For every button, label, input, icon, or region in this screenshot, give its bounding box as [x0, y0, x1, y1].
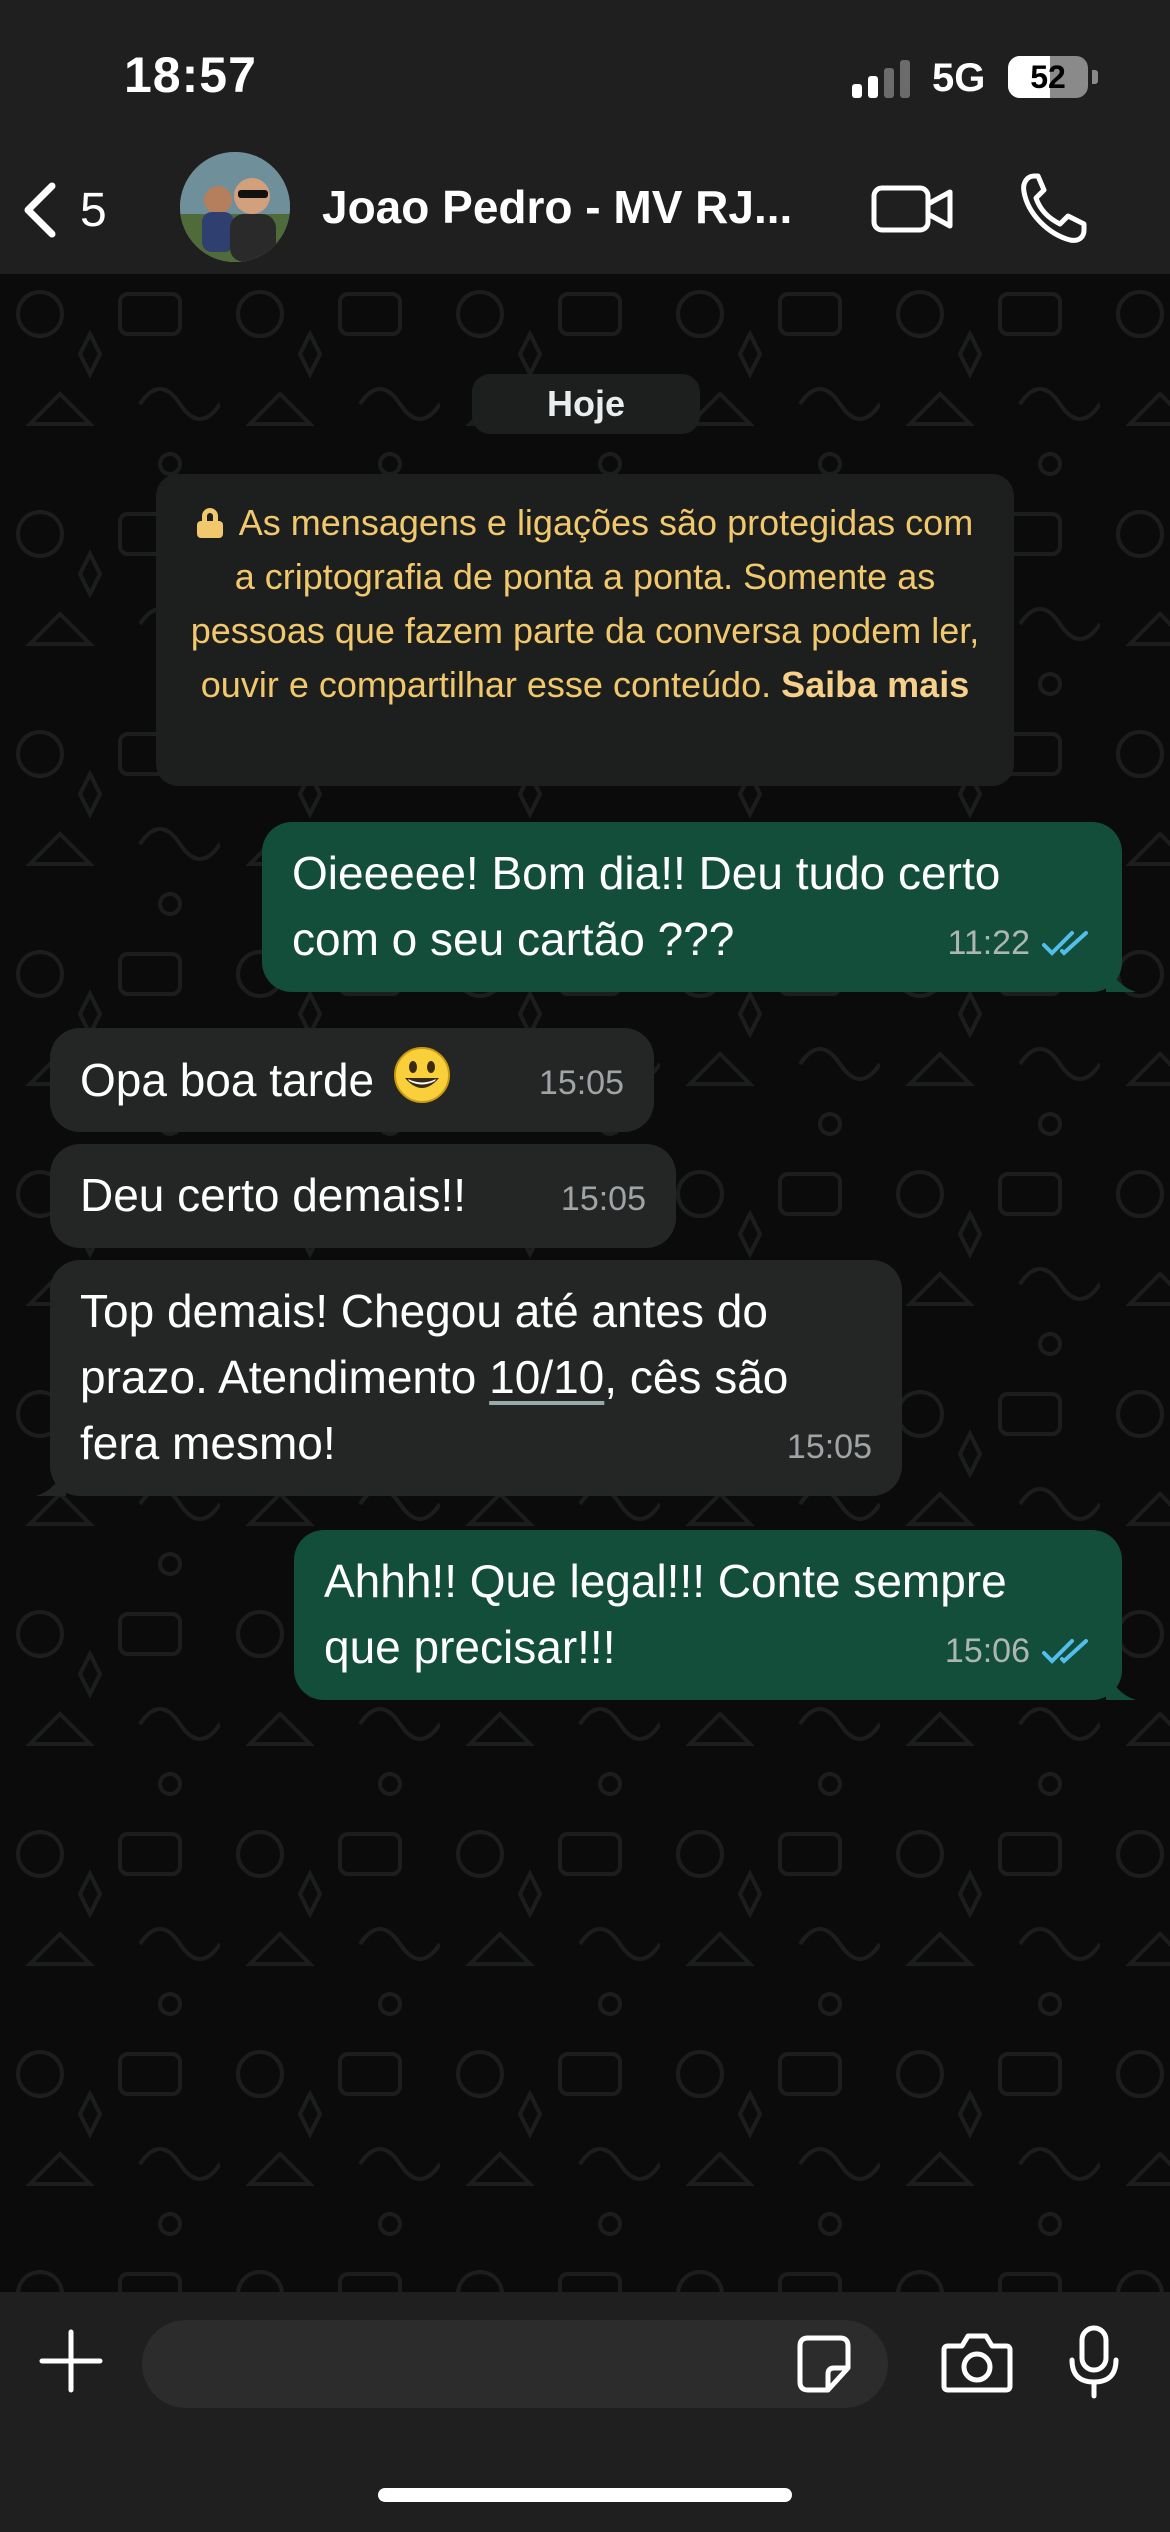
battery-tip [1092, 70, 1098, 84]
double-check-icon [1042, 1639, 1088, 1664]
unread-count: 5 [80, 183, 107, 237]
message-time: 11:22 [947, 910, 1092, 976]
message-text: Opa boa tarde [80, 1054, 375, 1106]
message-time: 15:05 [787, 1414, 872, 1480]
message-incoming[interactable]: Top demais! Chegou até antes do prazo. A… [36, 1260, 902, 1496]
bubble-tail [1106, 1670, 1136, 1700]
message-text: Oieeeee! Bom dia!! Deu tudo certo com o … [292, 847, 1001, 965]
message-time: 15:05 [561, 1166, 646, 1232]
avatar[interactable] [180, 152, 290, 262]
plus-icon[interactable] [38, 2328, 104, 2394]
message-incoming[interactable]: Opa boa tarde 15:05 [50, 1028, 654, 1132]
status-bar: 18:57 5G 52 [0, 0, 1170, 150]
message-time: 15:05 [539, 1050, 624, 1116]
voice-call-button[interactable] [1018, 170, 1088, 246]
message-timestamp: 15:06 [944, 1632, 1030, 1670]
status-time: 18:57 [124, 47, 257, 103]
chat-header: 5 Joao Pedro - MV RJ... [0, 150, 1170, 274]
date-separator: Hoje [472, 374, 700, 434]
microphone-icon[interactable] [1066, 2324, 1122, 2400]
smiley-emoji-icon [393, 1047, 450, 1103]
message-outgoing[interactable]: Oieeeee! Bom dia!! Deu tudo certo com o … [262, 822, 1136, 992]
chevron-left-icon [24, 182, 56, 238]
home-indicator [378, 2488, 792, 2502]
sticker-icon[interactable] [794, 2332, 854, 2396]
message-text: Ahhh!! Que legal!!! Conte sempre que pre… [324, 1555, 1007, 1673]
double-check-icon [1042, 931, 1088, 956]
message-timestamp: 15:05 [538, 1064, 624, 1102]
contact-name[interactable]: Joao Pedro - MV RJ... [322, 180, 822, 234]
message-outgoing[interactable]: Ahhh!! Que legal!!! Conte sempre que pre… [294, 1530, 1136, 1700]
message-timestamp: 11:22 [947, 924, 1030, 962]
network-type: 5G [932, 56, 986, 100]
message-incoming[interactable]: Deu certo demais!! 15:05 [50, 1144, 676, 1248]
chat-area[interactable]: Hoje As mensagens e ligações são protegi… [0, 274, 1170, 2292]
signal-icon [852, 58, 912, 98]
message-text-link[interactable]: 10/10 [489, 1351, 604, 1403]
learn-more-link[interactable]: Saiba mais [781, 664, 969, 705]
bubble-tail [1106, 962, 1136, 992]
battery-icon: 52 [1008, 56, 1088, 98]
bubble-tail [36, 1466, 66, 1496]
battery-percentage: 52 [1030, 59, 1066, 95]
message-time: 15:06 [945, 1618, 1092, 1684]
input-bar [0, 2292, 1170, 2532]
lock-icon [196, 508, 223, 538]
message-text: Deu certo demais!! [80, 1169, 467, 1221]
encryption-notice[interactable]: As mensagens e ligações são protegidas c… [156, 474, 1014, 786]
message-timestamp: 15:05 [786, 1428, 872, 1466]
message-input[interactable] [142, 2320, 888, 2408]
video-call-button[interactable] [870, 174, 954, 244]
back-button[interactable]: 5 [18, 170, 138, 250]
message-timestamp: 15:05 [560, 1180, 646, 1218]
camera-icon[interactable] [940, 2330, 1014, 2394]
